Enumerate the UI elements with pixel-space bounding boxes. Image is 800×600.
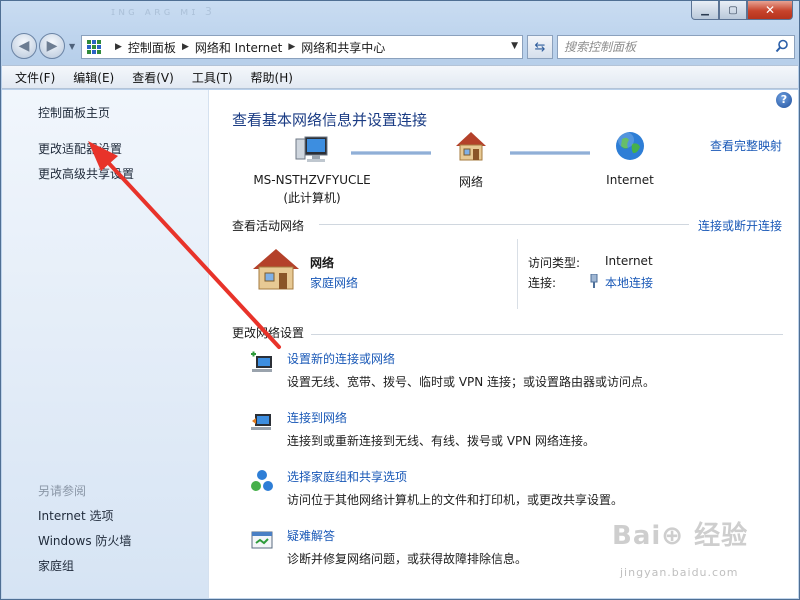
menu-bar: 文件(F) 编辑(E) 查看(V) 工具(T) 帮助(H) [2,65,798,89]
control-panel-icon [87,40,103,54]
connection-label: 连接: [528,276,557,290]
breadcrumb-control-panel[interactable]: 控制面板 [128,39,176,56]
vertical-divider [517,239,518,309]
task-title-homegroup[interactable]: 选择家庭组和共享选项 [287,468,407,485]
sidebar-link-internet-options[interactable]: Internet 选项 [38,507,113,524]
network-map: MS-NSTHZVFYUCLE (此计算机) 网络 Internet [209,130,798,210]
menu-file[interactable]: 文件(F) [12,67,58,88]
troubleshoot-icon [251,531,273,549]
computer-icon [295,136,328,162]
task-desc-connect-network: 连接到或重新连接到无线、有线、拨号或 VPN 网络连接。 [287,434,596,448]
section-divider [311,334,783,335]
connect-disconnect-link[interactable]: 连接或断开连接 [698,217,782,234]
address-dropdown-icon[interactable]: ▼ [511,41,518,51]
task-title-connect-network[interactable]: 连接到网络 [287,409,347,426]
search-box[interactable] [557,35,795,59]
sidebar: 控制面板主页 更改适配器设置 更改高级共享设置 另请参阅 Internet 选项… [2,90,209,598]
new-connection-icon [251,351,272,372]
window-controls: ▁ ▢ ✕ [691,1,793,20]
breadcrumb-separator-icon[interactable]: ▶ [288,42,295,52]
baidu-watermark: Bai⊕ 经验 [612,521,749,551]
computer-name: MS-NSTHZVFYUCLE [253,173,371,187]
globe-icon [616,132,644,160]
sidebar-link-control-panel-home[interactable]: 控制面板主页 [38,104,110,121]
close-button[interactable]: ✕ [747,1,793,20]
section-divider [319,224,689,225]
forward-arrow-icon: ▶ [46,38,58,54]
network-map-internet[interactable]: Internet [595,130,665,187]
local-connection-link[interactable]: 本地连接 [605,274,653,291]
network-type-link[interactable]: 家庭网络 [310,274,358,291]
page-title: 查看基本网络信息并设置连接 [232,111,428,129]
maximize-icon: ▢ [728,4,738,16]
task-title-new-connection[interactable]: 设置新的连接或网络 [287,350,395,367]
navigation-bar: ◀ ▶ ▼ ▶ 控制面板 ▶ 网络和 Internet ▶ 网络和共享中心 ▼ … [9,33,795,61]
active-network-name: 网络 [310,256,335,270]
address-bar[interactable]: ▶ 控制面板 ▶ 网络和 Internet ▶ 网络和共享中心 ▼ [81,35,523,59]
forward-button[interactable]: ▶ [39,33,65,59]
connect-network-icon [251,414,271,430]
access-type-value: Internet [605,254,653,268]
network-map-internet-label: Internet [606,173,654,187]
close-icon: ✕ [764,3,776,17]
ethernet-icon [590,274,598,288]
network-map-link-line [510,151,590,155]
task-desc-homegroup: 访问位于其他网络计算机上的文件和打印机，或更改共享设置。 [287,493,624,507]
network-map-computer[interactable]: MS-NSTHZVFYUCLE (此计算机) [234,135,390,206]
access-type-label: 访问类型: [528,256,581,270]
minimize-button[interactable]: ▁ [691,1,719,20]
task-desc-troubleshoot: 诊断并修复网络问题，或获得故障排除信息。 [287,552,528,566]
refresh-icon: ⇆ [534,39,546,55]
task-desc-new-connection: 设置无线、宽带、拨号、临时或 VPN 连接；或设置路由器或访问点。 [287,375,656,389]
baidu-watermark-url: jingyan.baidu.com [620,566,739,579]
homegroup-icon [251,470,273,491]
home-network-icon [253,249,299,290]
recent-pages-dropdown-icon[interactable]: ▼ [69,42,75,51]
title-ghost-text: ɪɴɢ ᴀʀɢ ᴍɪ 3 [111,5,215,18]
maximize-button[interactable]: ▢ [719,1,747,20]
computer-sub: (此计算机) [283,191,341,205]
menu-help[interactable]: 帮助(H) [248,67,296,88]
breadcrumb-separator-icon[interactable]: ▶ [182,42,189,52]
network-map-network-label: 网络 [458,175,483,189]
home-network-icon [456,132,486,161]
search-icon[interactable] [775,39,789,53]
active-networks-label: 查看活动网络 [232,219,305,233]
see-also-heading: 另请参阅 [38,484,87,498]
menu-tools[interactable]: 工具(T) [189,67,236,88]
breadcrumb-separator-icon[interactable]: ▶ [115,42,122,52]
sidebar-link-homegroup[interactable]: 家庭组 [38,557,74,574]
back-button[interactable]: ◀ [11,33,37,59]
breadcrumb-network-internet[interactable]: 网络和 Internet [195,39,282,56]
menu-edit[interactable]: 编辑(E) [70,67,117,88]
change-settings-label: 更改网络设置 [232,326,305,340]
refresh-button[interactable]: ⇆ [527,35,553,59]
sidebar-link-change-adapter-settings[interactable]: 更改适配器设置 [38,140,122,157]
minimize-icon: ▁ [701,4,709,16]
sidebar-link-windows-firewall[interactable]: Windows 防火墙 [38,532,131,549]
breadcrumb-network-sharing-center[interactable]: 网络和共享中心 [301,39,385,56]
help-icon[interactable]: ? [776,92,792,108]
network-map-network[interactable]: 网络 [445,130,497,190]
network-map-link-line [351,151,431,155]
task-title-troubleshoot[interactable]: 疑难解答 [287,527,335,544]
back-arrow-icon: ◀ [18,38,30,54]
menu-view[interactable]: 查看(V) [129,67,177,88]
title-bar[interactable]: ɪɴɢ ᴀʀɢ ᴍɪ 3 ▁ ▢ ✕ [1,1,799,29]
search-input[interactable] [564,40,764,54]
active-network-panel: 网络 家庭网络 访问类型: Internet 连接: 本地连接 [209,235,798,315]
sidebar-link-advanced-sharing[interactable]: 更改高级共享设置 [38,165,134,182]
control-panel-window: ɪɴɢ ᴀʀɢ ᴍɪ 3 ▁ ▢ ✕ ◀ ▶ ▼ ▶ 控制面板 ▶ 网络和 In… [0,0,800,600]
